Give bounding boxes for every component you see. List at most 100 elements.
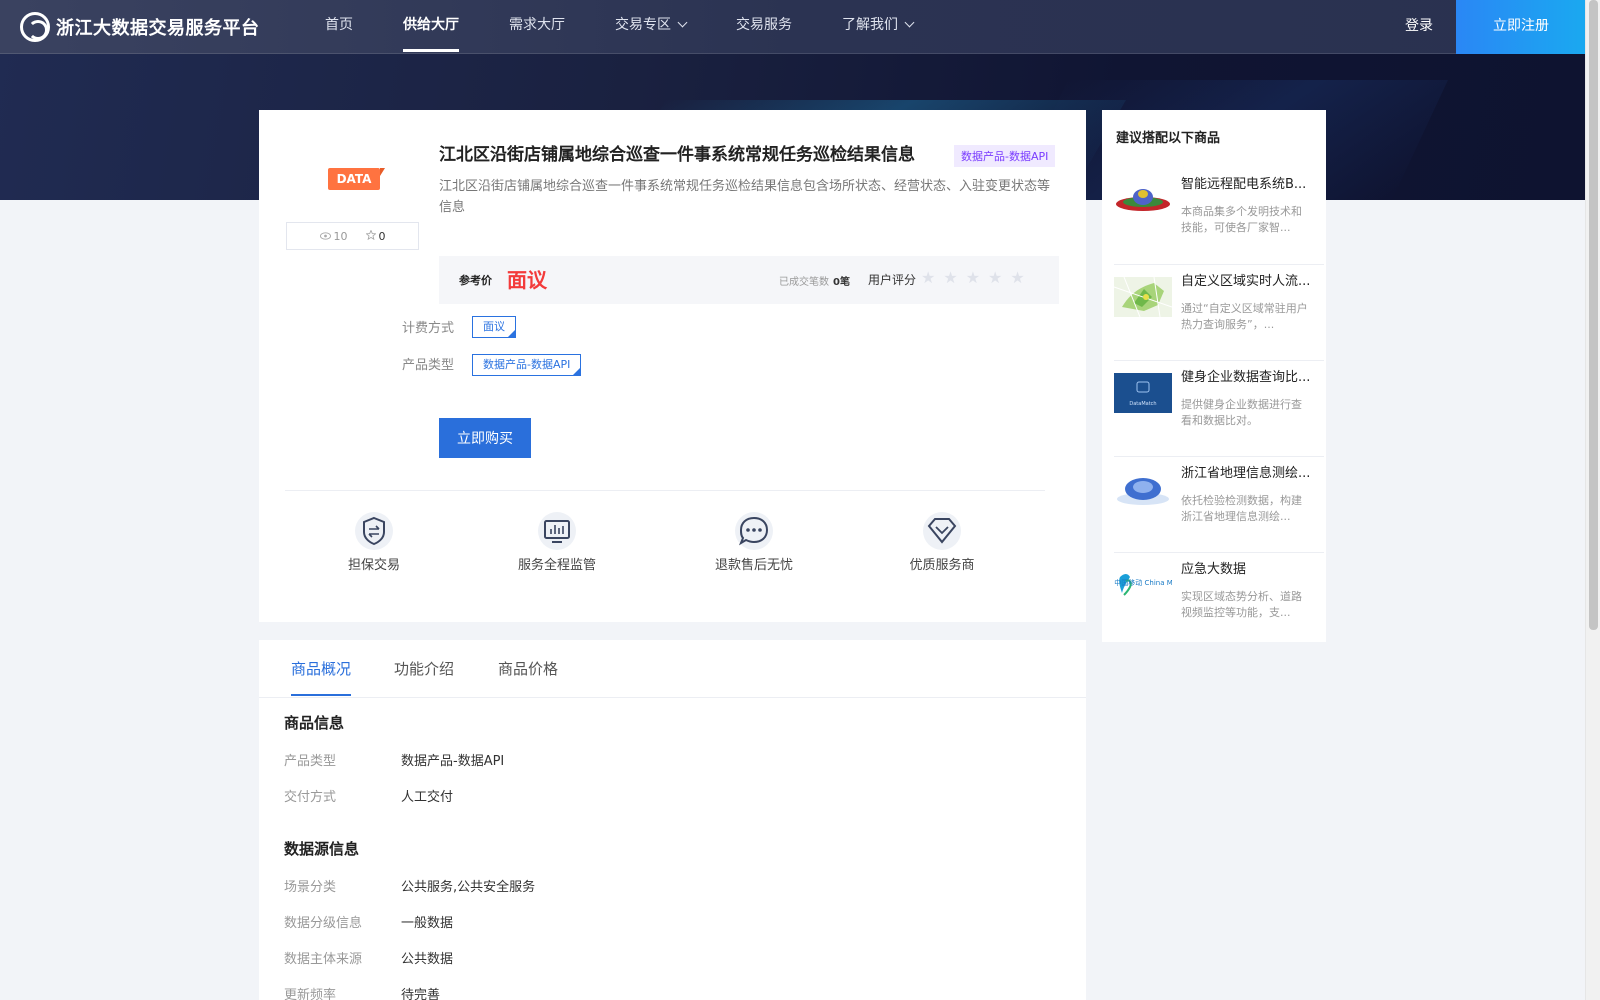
shield-icon — [355, 512, 393, 550]
guarantee-label: 服务全程监管 — [517, 558, 596, 573]
monitor-chart-icon — [538, 512, 576, 550]
recommended-item-desc: 提供健身企业数据进行查看和数据比对。 — [1181, 398, 1302, 427]
deals-value: 0笔 — [833, 277, 850, 288]
diamond-icon — [923, 512, 961, 550]
info-key: 产品类型 — [284, 754, 337, 769]
info-key: 场景分类 — [284, 880, 337, 895]
site-logo[interactable]: 浙江大数据交易服务平台 — [20, 10, 260, 44]
globe-image — [1114, 469, 1172, 509]
info-key: 数据主体来源 — [284, 952, 363, 967]
favorites-stat[interactable]: 0 — [364, 228, 386, 243]
price-label: 参考价 — [459, 274, 492, 287]
info-key: 交付方式 — [284, 790, 337, 805]
nav-home[interactable]: 首页 — [325, 0, 353, 54]
china-mobile-logo: 中国移动 China Mobile — [1114, 565, 1172, 605]
chat-bubble-icon — [735, 512, 773, 550]
category-label: 产品类型 — [402, 358, 455, 373]
chevron-down-icon — [904, 17, 915, 28]
info-key: 数据分级信息 — [284, 916, 363, 931]
nav-trade-zone[interactable]: 交易专区 — [615, 0, 688, 54]
detail-tabs: 商品概况 功能介绍 商品价格 — [259, 640, 1086, 698]
info-value: 人工交付 — [401, 790, 454, 805]
nav-about-us-label: 了解我们 — [842, 17, 898, 33]
recommended-item[interactable]: 自定义区域实时人流... 通过“自定义区域常驻用户热力查询服务”，... — [1114, 264, 1324, 360]
nav-trade-zone-label: 交易专区 — [615, 17, 671, 33]
nav-about-us[interactable]: 了解我们 — [842, 0, 915, 54]
logo-icon — [20, 12, 50, 42]
product-title: 江北区沿街店铺属地综合巡查一件事系统常规任务巡检结果信息 — [439, 145, 915, 165]
info-key: 更新频率 — [284, 988, 337, 1000]
recommended-item-name: 应急大数据 — [1181, 562, 1247, 577]
favorites-count: 0 — [378, 229, 386, 243]
views-count: 10 — [333, 229, 348, 243]
recommended-item[interactable]: DataMatch 健身企业数据查询比... 提供健身企业数据进行查看和数据比对… — [1114, 360, 1324, 456]
recommendation-sidebar: 建议搭配以下商品 智能远程配电系统B... 本商品集多个发明技术和技能，可使各厂… — [1102, 110, 1326, 642]
deals-count: 已成交笔数 0笔 — [779, 273, 850, 288]
nav-trade-service[interactable]: 交易服务 — [736, 0, 792, 54]
main-nav: 首页 供给大厅 需求大厅 交易专区 交易服务 了解我们 — [300, 0, 938, 54]
buy-now-button[interactable]: 立即购买 — [439, 418, 531, 458]
recommended-item-desc: 依托检验检测数据，构建浙江省地理信息测绘... — [1181, 494, 1302, 523]
section-title-product-info: 商品信息 — [284, 714, 345, 732]
datamatch-label: DataMatch — [1129, 401, 1156, 407]
recommended-item-desc: 本商品集多个发明技术和技能，可使各厂家智... — [1181, 205, 1302, 234]
data-badge: DATA — [328, 168, 385, 190]
billing-option[interactable]: 面议 — [472, 316, 516, 338]
info-value: 待完善 — [401, 988, 441, 1000]
rating-stars: ★★★★★ — [921, 268, 1033, 287]
recommended-item-desc: 实现区域态势分析、道路视频监控等功能，支... — [1181, 590, 1302, 619]
tab-features[interactable]: 功能介绍 — [394, 658, 454, 679]
info-value: 公共服务,公共安全服务 — [401, 880, 536, 895]
price-value: 面议 — [507, 268, 547, 292]
nav-supply-hall[interactable]: 供给大厅 — [403, 0, 459, 54]
nav-demand-hall[interactable]: 需求大厅 — [509, 0, 565, 54]
logo-text: 浙江大数据交易服务平台 — [56, 18, 260, 39]
guarantee-refund: 退款售后无忧 — [684, 510, 824, 573]
views-stat: 10 — [319, 229, 348, 243]
category-option[interactable]: 数据产品-数据API — [472, 354, 582, 376]
product-stats: 10 0 — [286, 222, 419, 250]
billing-label: 计费方式 — [402, 321, 455, 336]
info-value: 数据产品-数据API — [401, 754, 505, 769]
recommended-item-desc: 通过“自定义区域常驻用户热力查询服务”，... — [1181, 302, 1308, 331]
divider — [285, 490, 1045, 491]
datamatch-image: DataMatch — [1114, 373, 1172, 413]
product-description: 江北区沿街店铺属地综合巡查一件事系统常规任务巡检结果信息包含场所状态、经营状态、… — [439, 179, 1051, 215]
product-type-tag: 数据产品-数据API — [954, 145, 1056, 167]
tab-pricing[interactable]: 商品价格 — [498, 658, 558, 679]
scrollbar-thumb[interactable] — [1589, 0, 1598, 630]
guarantee-label: 担保交易 — [347, 558, 400, 573]
recommended-item[interactable]: 智能远程配电系统B... 本商品集多个发明技术和技能，可使各厂家智... — [1114, 168, 1324, 264]
guarantee-supervision: 服务全程监管 — [487, 510, 627, 573]
map-image — [1114, 277, 1172, 317]
deals-label: 已成交笔数 — [779, 277, 829, 288]
rating-label: 用户评分 — [868, 273, 917, 287]
detail-panel: 商品概况 功能介绍 商品价格 商品信息 产品类型 数据产品-数据API 交付方式… — [259, 640, 1086, 1000]
recommended-item[interactable]: 中国移动 China Mobile 应急大数据 实现区域态势分析、道路视频监控等… — [1114, 552, 1324, 642]
login-link[interactable]: 登录 — [1405, 0, 1433, 54]
chevron-down-icon — [677, 17, 688, 28]
info-value: 一般数据 — [401, 916, 454, 931]
guarantee-quality: 优质服务商 — [872, 510, 1012, 573]
tab-overview[interactable]: 商品概况 — [291, 658, 352, 696]
star-outline-icon — [364, 228, 377, 240]
ufo-image — [1114, 180, 1172, 220]
recommended-item-name: 自定义区域实时人流... — [1181, 274, 1311, 289]
price-panel: 参考价 面议 已成交笔数 0笔 用户评分 ★★★★★ — [439, 256, 1059, 304]
top-navigation-bar: 浙江大数据交易服务平台 首页 供给大厅 需求大厅 交易专区 交易服务 了解我们 … — [0, 0, 1586, 54]
guarantee-label: 优质服务商 — [909, 558, 975, 573]
china-mobile-label: 中国移动 China Mobile — [1114, 578, 1172, 587]
guarantee-escrow: 担保交易 — [304, 510, 444, 573]
guarantee-label: 退款售后无忧 — [714, 558, 793, 573]
product-card: DATA 10 0 江北区沿街店铺属地综合巡查一件事系统常规任务巡检结果信息 数… — [259, 110, 1086, 622]
recommended-item-name: 健身企业数据查询比... — [1181, 370, 1311, 385]
register-button[interactable]: 立即注册 — [1456, 0, 1586, 54]
recommended-item-name: 浙江省地理信息测绘... — [1181, 466, 1311, 481]
sidebar-title: 建议搭配以下商品 — [1116, 131, 1221, 146]
info-value: 公共数据 — [401, 952, 454, 967]
recommended-item-name: 智能远程配电系统B... — [1181, 177, 1307, 192]
section-title-data-source: 数据源信息 — [284, 840, 360, 858]
recommended-item[interactable]: 浙江省地理信息测绘... 依托检验检测数据，构建浙江省地理信息测绘... — [1114, 456, 1324, 552]
page-scrollbar[interactable] — [1585, 0, 1600, 1000]
eye-icon — [319, 231, 331, 240]
